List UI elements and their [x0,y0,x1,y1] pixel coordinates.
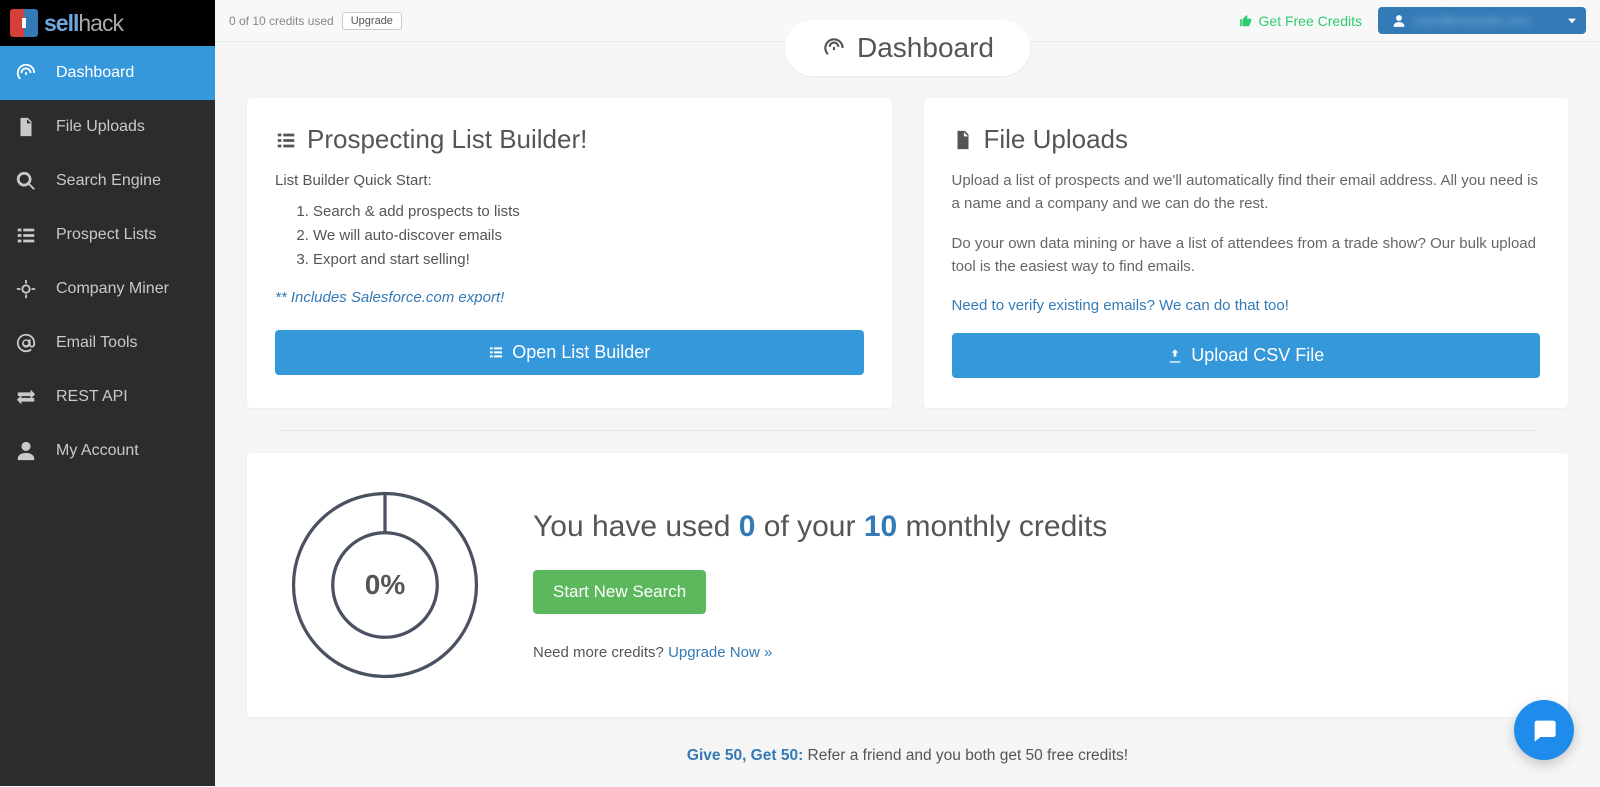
start-new-search-button[interactable]: Start New Search [533,570,706,614]
dashboard-icon [821,35,847,61]
step-item: We will auto-discover emails [313,224,864,248]
nav-label: Search Engine [56,172,161,190]
list-icon [488,344,504,360]
separator [279,430,1536,431]
nav-label: File Uploads [56,118,145,136]
user-icon [14,439,38,463]
credits-used: 0 [739,510,756,543]
panel-title: File Uploads [952,124,1541,155]
quick-start-steps: Search & add prospects to lists We will … [313,200,864,272]
need-more-label: Need more credits? [533,644,668,661]
nav-label: Dashboard [56,64,134,82]
logo-text-part2: hack [78,10,123,36]
credits-suffix: monthly credits [897,510,1107,543]
upload-csv-button[interactable]: Upload CSV File [952,333,1541,378]
nav-label: Prospect Lists [56,226,156,244]
file-uploads-desc-2: Do your own data mining or have a list o… [952,232,1541,279]
chat-widget-button[interactable] [1514,700,1574,760]
file-uploads-desc-1: Upload a list of prospects and we'll aut… [952,169,1541,216]
open-list-builder-button[interactable]: Open List Builder [275,330,864,375]
chat-icon [1530,716,1558,744]
nav-dashboard[interactable]: Dashboard [0,46,215,100]
sidebar: sellhack Dashboard File Uploads Search E… [0,0,215,786]
button-label: Open List Builder [512,342,650,363]
panel-title: Prospecting List Builder! [275,124,864,155]
panel-credits: 0% You have used 0 of your 10 monthly cr… [247,453,1568,717]
crosshair-icon [14,277,38,301]
credits-mid: of your [755,510,863,543]
gauge-percent-label: 0% [365,569,405,601]
nav-search-engine[interactable]: Search Engine [0,154,215,208]
logo-text-part1: sell [44,10,78,36]
credits-headline: You have used 0 of your 10 monthly credi… [533,510,1107,544]
upload-icon [1167,348,1183,364]
dashboard-icon [14,61,38,85]
search-icon [14,169,38,193]
referral-lead: Give 50, Get 50: [687,747,808,764]
page-title: Dashboard [785,20,1030,76]
list-icon [275,129,297,151]
quick-start-label: List Builder Quick Start: [275,169,864,192]
panel-title-text: File Uploads [984,124,1129,155]
nav-label: REST API [56,388,128,406]
at-icon [14,331,38,355]
nav-file-uploads[interactable]: File Uploads [0,100,215,154]
nav-rest-api[interactable]: REST API [0,370,215,424]
page-title-text: Dashboard [857,32,994,64]
logo[interactable]: sellhack [10,9,123,37]
credits-gauge: 0% [287,487,483,683]
referral-line: Give 50, Get 50: Refer a friend and you … [247,747,1568,765]
main: Dashboard Prospecting List Builder! List… [215,0,1600,787]
nav-label: My Account [56,442,139,460]
referral-text: Refer a friend and you both get 50 free … [808,747,1129,764]
step-item: Search & add prospects to lists [313,200,864,224]
logo-icon [10,9,38,37]
list-icon [14,223,38,247]
file-icon [952,129,974,151]
nav-company-miner[interactable]: Company Miner [0,262,215,316]
transfer-icon [14,385,38,409]
verify-emails-link[interactable]: Need to verify existing emails? We can d… [952,297,1289,314]
logo-text: sellhack [44,10,123,37]
step-item: Export and start selling! [313,248,864,272]
nav-my-account[interactable]: My Account [0,424,215,478]
credits-text: You have used 0 of your 10 monthly credi… [533,510,1107,661]
panel-list-builder: Prospecting List Builder! List Builder Q… [247,98,892,408]
sidebar-header: sellhack [0,0,215,46]
nav-email-tools[interactable]: Email Tools [0,316,215,370]
upgrade-now-link[interactable]: Upgrade Now » [668,644,772,661]
nav-prospect-lists[interactable]: Prospect Lists [0,208,215,262]
panel-title-text: Prospecting List Builder! [307,124,587,155]
credits-total: 10 [864,510,897,543]
file-icon [14,115,38,139]
button-label: Upload CSV File [1191,345,1324,366]
need-more-credits: Need more credits? Upgrade Now » [533,644,1107,661]
nav-label: Company Miner [56,280,169,298]
salesforce-note: ** Includes Salesforce.com export! [275,286,864,309]
panel-file-uploads: File Uploads Upload a list of prospects … [924,98,1569,408]
credits-prefix: You have used [533,510,739,543]
nav-label: Email Tools [56,334,138,352]
